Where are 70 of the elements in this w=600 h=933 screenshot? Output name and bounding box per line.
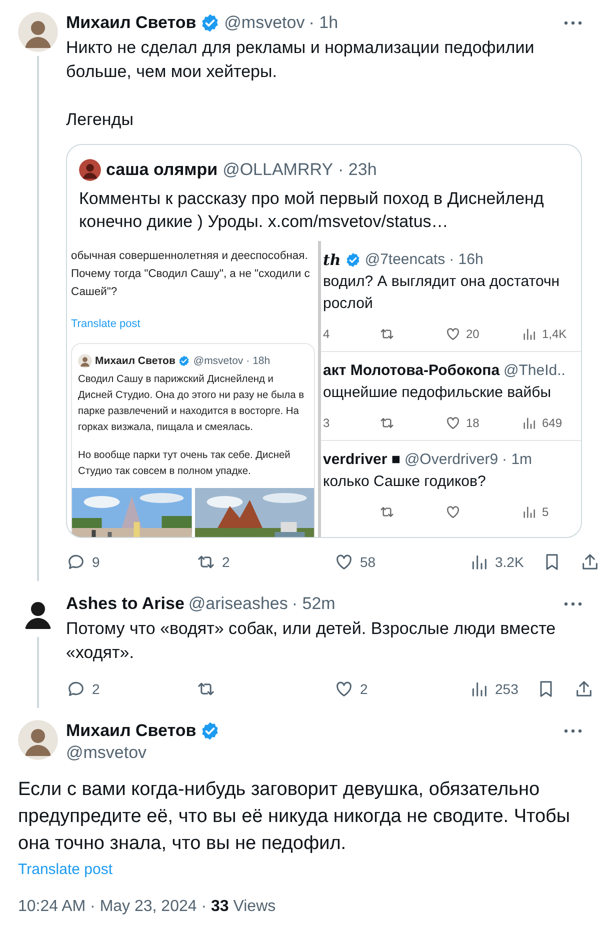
author-handle[interactable]: @msvetov — [224, 12, 305, 34]
post-text: Легенды — [66, 109, 134, 131]
quoted-text: Комменты к рассказу про мой первый поход в Диснейленд конечно дикие ) Уроды. x.com/msvetov/status… — [78, 188, 545, 232]
more-button[interactable] — [564, 728, 582, 732]
post-time: · 23h — [338, 159, 377, 181]
count-label: 1,4K — [542, 326, 567, 342]
share-icon — [574, 679, 594, 699]
author-handle: @Overdriver9 — [404, 450, 498, 470]
reply-icon — [66, 552, 86, 572]
reply-text: водил? А выглядит она достаточн — [323, 272, 561, 292]
reply-text: колько Сашке годиков? — [323, 472, 487, 492]
heart-icon — [445, 326, 461, 342]
author-name: verdriver ■ — [323, 450, 400, 470]
author-name: саша олямри — [106, 159, 218, 181]
heart-icon — [334, 679, 354, 699]
post-text: Но вообще парки тут очень так себе. Дисней Студио так совсем в полном упадке. — [77, 448, 292, 478]
post-text: Никто не сделал для рекламы и нормализации педофилии больше, чем мои хейтеры. — [66, 37, 536, 83]
post-text: Потому что «водят» собак, или детей. Взрослые люди вместе «ходят». — [66, 618, 557, 664]
count-label: 18 — [466, 414, 480, 432]
author-handle: @TheId.. — [504, 360, 566, 380]
post-time: · 1m — [502, 450, 532, 470]
quoted-post-card[interactable] — [66, 144, 582, 538]
post-time: · 1h — [308, 12, 338, 34]
count-label: 649 — [542, 414, 562, 432]
views-button[interactable]: 253 — [469, 678, 518, 700]
share-icon — [580, 552, 600, 572]
author-name: Михаил Светов — [95, 354, 176, 368]
more-icon — [564, 728, 582, 732]
post-text: Сводил Сашу в парижский Диснейленд и Дисней Студио. Она до этого ни разу не была в парке развлечений и находится в восторге. На горках визжала, пищала и смеялась. — [77, 372, 305, 434]
comment-text: обычная совершеннолетняя и дееспособная. Почему тогда "Сводил Сашу", а не "сходили с Сашей"? — [71, 248, 311, 300]
share-button[interactable] — [580, 552, 600, 572]
heart-icon — [334, 552, 354, 572]
reply-button[interactable]: 9 — [66, 552, 178, 572]
like-button[interactable]: 58 — [334, 552, 451, 572]
share-button[interactable] — [574, 679, 594, 699]
post-time: · 18h — [246, 354, 270, 368]
more-button[interactable] — [564, 21, 582, 25]
author-handle: @7teencats — [364, 250, 446, 270]
repost-button[interactable]: 2 — [196, 552, 316, 572]
author-handle: @OLLAMRRY — [222, 159, 334, 181]
post-time: · 16h — [449, 250, 484, 270]
heart-icon — [445, 414, 461, 430]
reply-button[interactable]: 2 — [66, 678, 178, 700]
author-name: th — [323, 250, 341, 270]
count-label: 3 — [323, 414, 330, 432]
post-text: Если с вами когда-нибудь заговорит девушка, обязательно предупредите её, что вы её никуда никогда не сводите. Чтобы она точно знала, что вы не педофил. — [17, 778, 572, 856]
count-label: 5 — [542, 504, 549, 520]
count-label: 20 — [466, 326, 480, 342]
author-handle[interactable]: @ariseashes — [188, 592, 288, 614]
post-link[interactable]: x.com/msvetov/status… — [268, 212, 448, 230]
heart-icon — [445, 504, 461, 520]
author-handle: @msvetov — [193, 354, 244, 368]
views-button[interactable]: 3.2K — [469, 552, 524, 572]
avatar[interactable] — [79, 158, 101, 181]
post-time: · 52m — [292, 592, 336, 614]
author-name[interactable]: Михаил Светов — [66, 720, 196, 742]
author-name: акт Молотова-Робокопа — [323, 360, 500, 380]
more-button[interactable] — [564, 602, 582, 606]
translate-link: Translate post — [71, 316, 142, 332]
author-name[interactable]: Михаил Светов — [66, 12, 196, 34]
author-name[interactable]: Ashes to Arise — [66, 592, 184, 614]
like-button[interactable]: 2 — [334, 678, 451, 700]
more-icon — [564, 21, 582, 25]
count-label: 4 — [323, 326, 330, 342]
reply-icon — [66, 679, 86, 699]
post-timestamp: 10:24 AM · May 23, 2024 · 33 Views — [17, 897, 277, 917]
author-handle[interactable]: @msvetov — [66, 742, 582, 764]
more-icon — [564, 602, 582, 606]
reply-text: рослой — [323, 294, 374, 314]
reply-text: ощнейшие педофильские вайбы — [323, 382, 552, 402]
